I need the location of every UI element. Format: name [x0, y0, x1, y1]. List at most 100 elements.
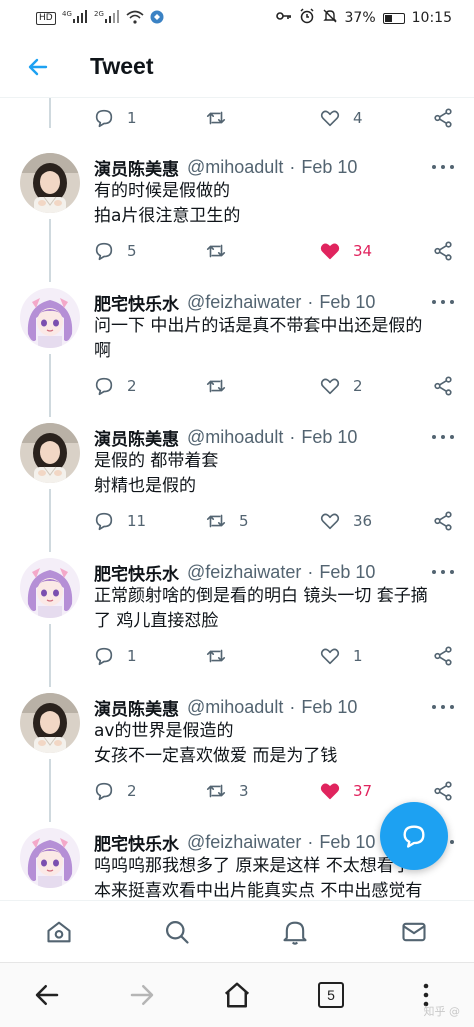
tweet-text-line: 问一下 中出片的话是真不带套中出还是假的	[94, 316, 423, 336]
user-handle[interactable]: @mihoadult	[187, 157, 283, 178]
separator-dot: ·	[289, 696, 296, 717]
tab-home[interactable]	[42, 915, 76, 949]
display-name[interactable]: 演员陈美惠	[94, 695, 179, 720]
anime-girl-avatar[interactable]	[20, 288, 80, 348]
retweet-button[interactable]	[205, 240, 239, 262]
display-name[interactable]: 肥宅快乐水	[94, 290, 179, 315]
back-button[interactable]	[22, 51, 54, 83]
tweet-date[interactable]: Feb 10	[319, 292, 375, 313]
woman-avatar[interactable]	[20, 153, 80, 213]
display-name[interactable]: 肥宅快乐水	[94, 560, 179, 585]
user-handle[interactable]: @feizhaiwater	[187, 292, 301, 313]
tweet-date[interactable]: Feb 10	[301, 697, 357, 718]
tweet-date[interactable]: Feb 10	[319, 562, 375, 583]
browser-back-button[interactable]	[29, 977, 65, 1013]
tab-messages[interactable]	[397, 915, 431, 949]
like-button[interactable]: 36	[319, 510, 372, 532]
woman-portrait-icon	[20, 423, 80, 483]
more-options-button[interactable]	[432, 701, 454, 713]
tweet-text-line: 女孩不一定喜欢做爱 而是为了钱	[94, 746, 338, 766]
thread-connector	[49, 354, 51, 417]
reply-button[interactable]: 5	[93, 240, 137, 262]
reply-bubble-icon	[403, 825, 425, 848]
share-button[interactable]	[432, 375, 454, 397]
like-button[interactable]: 34	[319, 240, 372, 262]
like-button[interactable]: 1	[319, 645, 363, 667]
tweet-header: 肥宅快乐水 @feizhaiwater · Feb 10	[94, 560, 454, 585]
thread-connector	[49, 624, 51, 687]
share-button[interactable]	[432, 780, 454, 802]
tweet-thread[interactable]: 1 4 演员陈美惠 @mihoadult · Feb 10 有的时候是假做的 拍…	[0, 98, 474, 900]
like-button[interactable]: 4	[319, 107, 363, 129]
share-button[interactable]	[432, 107, 454, 129]
user-handle[interactable]: @mihoadult	[187, 697, 283, 718]
share-icon	[434, 108, 452, 128]
tweet-text-line: av的世界是假造的	[94, 721, 234, 741]
more-options-button[interactable]	[432, 566, 454, 578]
woman-avatar[interactable]	[20, 423, 80, 483]
tweet[interactable]: 演员陈美惠 @mihoadult · Feb 10 是假的 都带着套 射精也是假的…	[0, 423, 474, 558]
retweet-icon	[206, 111, 226, 125]
heart-icon	[320, 378, 340, 395]
wifi-icon	[126, 10, 144, 27]
tab-search[interactable]	[160, 915, 194, 949]
more-options-button[interactable]	[432, 161, 454, 173]
reply-icon	[95, 647, 113, 666]
tweet-text: 有的时候是假做的 拍a片很注意卫生的	[94, 179, 454, 229]
bell-icon	[283, 921, 307, 945]
user-handle[interactable]: @feizhaiwater	[187, 562, 301, 583]
retweet-button[interactable]	[205, 107, 239, 129]
svg-text:2G: 2G	[94, 10, 104, 18]
tweet-date[interactable]: Feb 10	[319, 832, 375, 853]
anime-girl-avatar[interactable]	[20, 558, 80, 618]
retweet-button[interactable]: 5	[205, 510, 249, 532]
retweet-button[interactable]	[205, 645, 239, 667]
like-button[interactable]: 2	[319, 375, 363, 397]
reply-button[interactable]: 11	[93, 510, 146, 532]
display-name[interactable]: 肥宅快乐水	[94, 830, 179, 855]
woman-portrait-icon	[20, 153, 80, 213]
tweet-date[interactable]: Feb 10	[301, 427, 357, 448]
battery-icon	[382, 12, 405, 24]
tweet[interactable]: 肥宅快乐水 @feizhaiwater · Feb 10 正常颜射啥的倒是看的明…	[0, 558, 474, 693]
arrow-left-icon	[28, 58, 48, 75]
top-action-row: 1 4	[0, 98, 474, 138]
anime-girl-avatar[interactable]	[20, 828, 80, 888]
tweet-text-line: 了 鸡儿直接怼脸	[94, 611, 219, 631]
browser-home-button[interactable]	[219, 977, 255, 1013]
tweet-date[interactable]: Feb 10	[301, 157, 357, 178]
mute-icon	[322, 8, 338, 28]
browser-nav-bar: 5 知乎 @	[0, 962, 474, 1027]
reply-button[interactable]: 1	[93, 645, 137, 667]
like-button[interactable]: 37	[319, 780, 372, 802]
separator-dot: ·	[307, 561, 314, 582]
reply-button[interactable]: 2	[93, 780, 137, 802]
more-options-button[interactable]	[432, 296, 454, 308]
reply-count: 11	[127, 512, 147, 530]
retweet-button[interactable]	[205, 375, 239, 397]
tweet[interactable]: 演员陈美惠 @mihoadult · Feb 10 有的时候是假做的 拍a片很注意…	[0, 153, 474, 288]
tab-notifications[interactable]	[278, 915, 312, 949]
user-handle[interactable]: @feizhaiwater	[187, 832, 301, 853]
tweet-text: 问一下 中出片的话是真不带套中出还是假的啊	[94, 314, 454, 364]
share-button[interactable]	[432, 645, 454, 667]
retweet-button[interactable]: 3	[205, 780, 249, 802]
reply-button[interactable]: 1	[93, 107, 137, 129]
thread-connector	[49, 489, 51, 552]
compose-reply-button[interactable]	[380, 802, 448, 870]
share-button[interactable]	[432, 510, 454, 532]
separator-dot: ·	[289, 156, 296, 177]
tweet-text: 是假的 都带着套 射精也是假的	[94, 449, 454, 499]
display-name[interactable]: 演员陈美惠	[94, 155, 179, 180]
reply-button[interactable]: 2	[93, 375, 137, 397]
display-name[interactable]: 演员陈美惠	[94, 425, 179, 450]
woman-avatar[interactable]	[20, 693, 80, 753]
arrow-right-icon	[130, 985, 154, 1005]
more-options-button[interactable]	[432, 431, 454, 443]
share-button[interactable]	[432, 240, 454, 262]
browser-tabs-button[interactable]: 5	[313, 977, 349, 1013]
tweet[interactable]: 肥宅快乐水 @feizhaiwater · Feb 10 问一下 中出片的话是真…	[0, 288, 474, 423]
browser-forward-button[interactable]	[124, 977, 160, 1013]
tweet-text-line: 拍a片很注意卫生的	[94, 206, 241, 226]
user-handle[interactable]: @mihoadult	[187, 427, 283, 448]
